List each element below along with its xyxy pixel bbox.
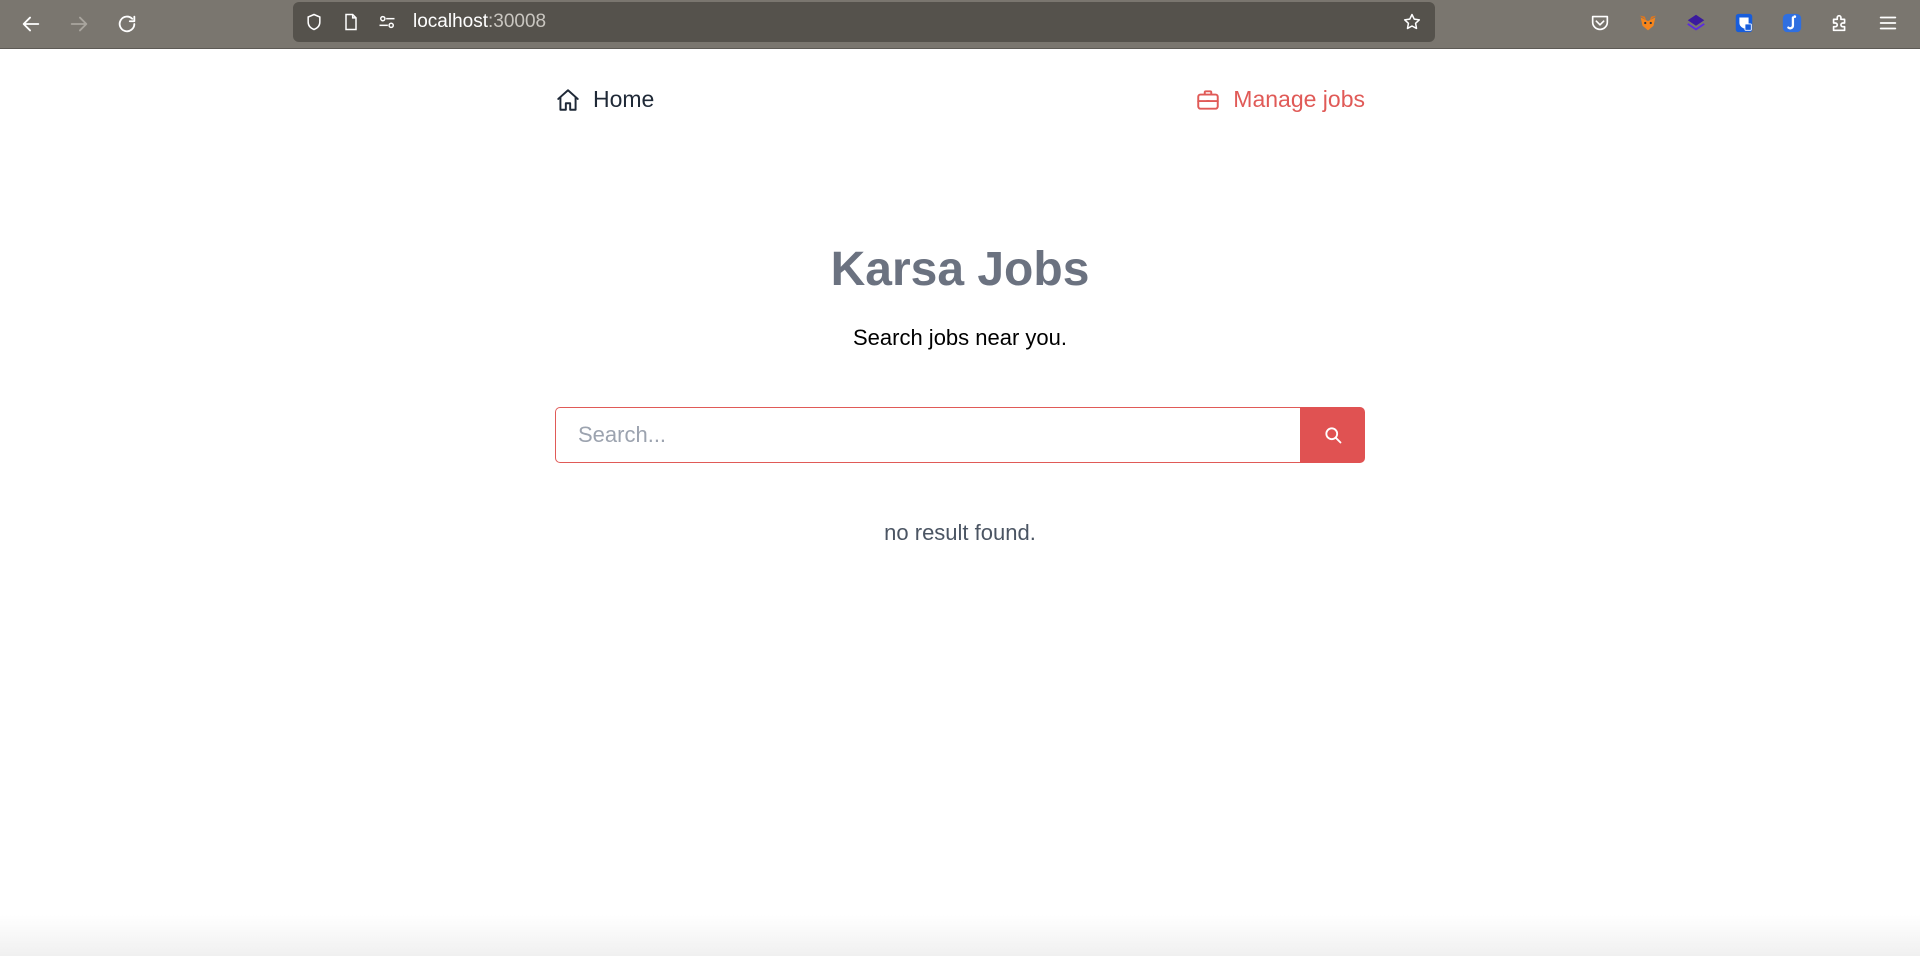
page-title: Karsa Jobs <box>830 243 1090 296</box>
j-extension-icon[interactable] <box>1778 9 1806 37</box>
search-input[interactable] <box>555 407 1300 463</box>
extensions-puzzle-icon[interactable] <box>1826 9 1854 37</box>
reload-icon <box>118 15 136 33</box>
menu-hamburger-icon[interactable] <box>1874 9 1902 37</box>
shield-icon[interactable] <box>304 12 324 32</box>
metamask-extension-icon[interactable] <box>1634 9 1662 37</box>
no-results-message: no result found. <box>884 520 1036 545</box>
home-link[interactable]: Home <box>555 86 654 113</box>
bitwarden-extension-icon[interactable] <box>1730 9 1758 37</box>
briefcase-icon <box>1197 89 1220 110</box>
top-navigation: Home Manage jobs <box>555 86 1365 122</box>
permissions-icon[interactable] <box>377 12 397 32</box>
back-button[interactable] <box>15 8 47 40</box>
url-bar[interactable]: localhost:30008 <box>293 2 1435 42</box>
url-text[interactable]: localhost:30008 <box>413 11 546 33</box>
url-port: :30008 <box>488 11 547 32</box>
arrow-right-icon <box>70 16 88 32</box>
arrow-left-icon <box>22 16 40 32</box>
home-link-label: Home <box>593 86 655 112</box>
manage-jobs-label: Manage jobs <box>1233 86 1365 112</box>
reload-button[interactable] <box>111 8 143 40</box>
search-icon <box>1324 427 1341 444</box>
forward-button[interactable] <box>63 8 95 40</box>
home-icon <box>557 88 579 111</box>
page-icon[interactable] <box>341 12 361 32</box>
page-subtitle: Search jobs near you. <box>852 325 1068 350</box>
search-form <box>555 407 1365 463</box>
bookmark-star-icon[interactable] <box>1402 12 1422 32</box>
browser-toolbar: localhost:30008 <box>0 0 1920 49</box>
manage-jobs-link[interactable]: Manage jobs <box>1195 86 1365 113</box>
search-button[interactable] <box>1300 407 1365 463</box>
url-host: localhost <box>413 11 488 32</box>
layers-extension-icon[interactable] <box>1682 9 1710 37</box>
bottom-fade <box>0 915 1920 956</box>
pocket-icon[interactable] <box>1586 9 1614 37</box>
